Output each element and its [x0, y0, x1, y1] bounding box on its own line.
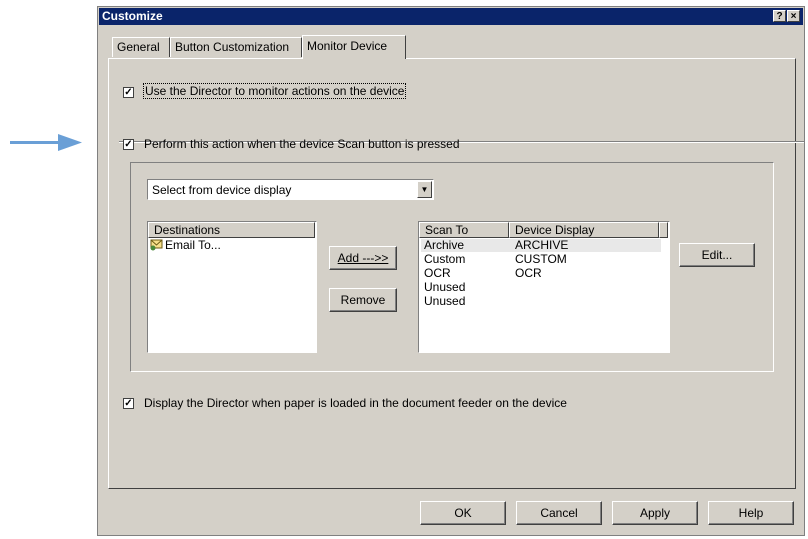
tab-general[interactable]: General [112, 37, 170, 57]
device-display-header[interactable]: Device Display [509, 222, 659, 238]
help-button-label: Help [738, 506, 764, 520]
table-row-archive-scanto[interactable]: Archive [424, 238, 464, 252]
customize-dialog: Customize ? × General Button Customizati… [97, 6, 805, 536]
tab-monitor-device-label: Monitor Device [307, 39, 388, 53]
scan-to-list[interactable]: Scan To Device Display Archive ARCHIVE C… [418, 221, 670, 353]
destination-label: Email To... [165, 238, 221, 252]
action-select-value: Select from device display [152, 183, 292, 197]
edit-button-label: Edit... [701, 248, 733, 262]
chevron-down-icon[interactable]: ▼ [417, 181, 432, 198]
use-director-checkbox[interactable]: ✓ [123, 87, 134, 98]
scan-action-group: Select from device display ▼ Destination… [130, 162, 774, 372]
perform-action-label[interactable]: Perform this action when the device Scan… [144, 137, 460, 151]
table-row-unused2-scanto[interactable]: Unused [424, 294, 465, 308]
tab-monitor-device[interactable]: Monitor Device [302, 35, 406, 59]
action-select[interactable]: Select from device display ▼ [147, 179, 434, 200]
cancel-button-label: Cancel [540, 506, 578, 520]
ok-button[interactable]: OK [420, 501, 506, 525]
use-director-text: Use the Director to monitor actions on t… [143, 83, 407, 99]
window-title: Customize [102, 9, 163, 23]
help-title-button[interactable]: ? [773, 10, 786, 22]
title-bar: Customize ? × [99, 8, 803, 25]
ok-button-label: OK [454, 506, 472, 520]
tab-button-customization[interactable]: Button Customization [170, 37, 302, 57]
edit-button[interactable]: Edit... [679, 243, 755, 267]
destinations-list[interactable]: Destinations Email To... [147, 221, 317, 353]
remove-button[interactable]: Remove [329, 288, 397, 312]
remove-button-label: Remove [340, 293, 386, 307]
use-director-label[interactable]: Use the Director to monitor actions on t… [143, 83, 407, 99]
monitor-device-panel: ✓ Use the Director to monitor actions on… [108, 58, 804, 489]
help-glyph: ? [776, 11, 783, 22]
add-button[interactable]: Add --->> [329, 246, 397, 270]
cancel-button[interactable]: Cancel [516, 501, 602, 525]
destinations-header[interactable]: Destinations [148, 222, 315, 238]
table-row-ocr-scanto[interactable]: OCR [424, 266, 451, 280]
table-row-custom-display[interactable]: CUSTOM [515, 252, 567, 266]
table-row-custom-scanto[interactable]: Custom [424, 252, 465, 266]
header-filler [659, 222, 668, 238]
table-row-archive-display[interactable]: ARCHIVE [515, 238, 568, 252]
table-row-unused1-scanto[interactable]: Unused [424, 280, 465, 294]
apply-button[interactable]: Apply [612, 501, 698, 525]
help-button[interactable]: Help [708, 501, 794, 525]
mail-icon [150, 239, 163, 251]
scan-to-header[interactable]: Scan To [419, 222, 509, 238]
perform-action-checkbox[interactable]: ✓ [123, 139, 134, 150]
tab-general-label: General [117, 40, 160, 54]
list-item[interactable]: Email To... [150, 237, 221, 252]
close-icon: × [790, 11, 797, 22]
close-button[interactable]: × [787, 10, 800, 22]
display-director-label[interactable]: Display the Director when paper is loade… [144, 396, 567, 410]
callout-arrow-icon [10, 134, 82, 151]
add-button-label: Add --->> [337, 251, 389, 265]
table-row-ocr-display[interactable]: OCR [515, 266, 542, 280]
tab-button-customization-label: Button Customization [175, 40, 290, 54]
display-director-checkbox[interactable]: ✓ [123, 398, 134, 409]
apply-button-label: Apply [639, 506, 671, 520]
